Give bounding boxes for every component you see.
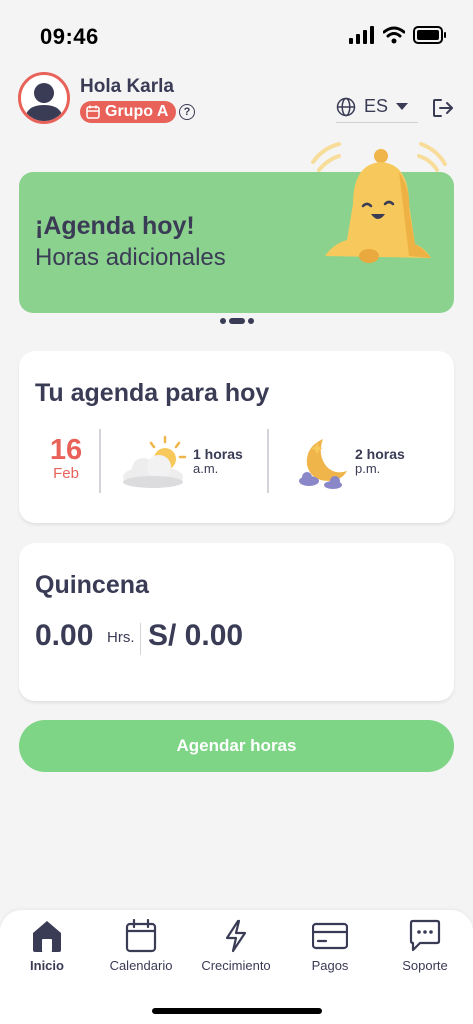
- pm-period: p.m.: [355, 461, 381, 476]
- language-label: ES: [364, 96, 389, 116]
- calendar-icon: [86, 105, 100, 119]
- group-badge[interactable]: Grupo A: [80, 101, 177, 123]
- banner-title: ¡Agenda hoy!: [35, 212, 195, 240]
- status-time: 09:46: [40, 24, 99, 49]
- wifi-icon: [383, 26, 405, 44]
- caret-down-icon: [396, 102, 409, 110]
- home-icon: [33, 921, 61, 952]
- globe-icon: [336, 97, 356, 116]
- am-hours: 1 horas: [193, 446, 243, 462]
- date-block: 16 Feb: [45, 435, 87, 482]
- bell-icon: [311, 142, 447, 263]
- greeting: Hola Karla: [80, 76, 174, 97]
- quincena-title: Quincena: [35, 571, 149, 599]
- tab-label: Calendario: [109, 958, 173, 973]
- tab-pagos[interactable]: Pagos: [283, 918, 377, 973]
- signal-icon: [349, 26, 374, 44]
- quincena-card[interactable]: Quincena 0.00 Hrs. S/ 0.00: [19, 543, 454, 701]
- tab-calendario[interactable]: Calendario: [94, 918, 188, 973]
- chat-icon: [409, 919, 441, 952]
- carousel-dots[interactable]: [220, 318, 254, 324]
- logout-icon: [433, 99, 453, 117]
- schedule-hours-button[interactable]: Agendar horas: [19, 720, 454, 772]
- home-indicator: [152, 1008, 322, 1014]
- language-selector[interactable]: ES: [336, 96, 418, 123]
- battery-icon: [413, 26, 446, 44]
- user-icon: [25, 83, 63, 121]
- tab-label: Soporte: [402, 958, 448, 973]
- bottom-tab-bar: Inicio Calendario Crecimiento Pagos Sopo…: [0, 910, 473, 1024]
- tab-crecimiento[interactable]: Crecimiento: [189, 918, 283, 973]
- pm-hours: 2 horas: [355, 446, 405, 462]
- promo-banner[interactable]: ¡Agenda hoy! Horas adicionales: [19, 142, 454, 313]
- sun-cloud-icon: [123, 435, 187, 488]
- tab-soporte[interactable]: Soporte: [378, 918, 472, 973]
- date-day: 16: [49, 434, 83, 466]
- logout-button[interactable]: [432, 98, 454, 123]
- banner-subtitle: Horas adicionales: [35, 244, 226, 271]
- status-bar: 09:46: [0, 0, 473, 70]
- status-icons: [349, 26, 447, 44]
- divider: [267, 429, 269, 493]
- moon-icon: [299, 439, 347, 489]
- avatar[interactable]: [18, 72, 70, 124]
- agenda-card[interactable]: Tu agenda para hoy 16 Feb 1 horas a.m. 2…: [19, 351, 454, 523]
- divider: [140, 623, 141, 655]
- divider: [99, 429, 101, 493]
- am-period: a.m.: [193, 461, 219, 476]
- tab-inicio[interactable]: Inicio: [0, 918, 94, 973]
- tab-label: Crecimiento: [201, 958, 271, 973]
- quincena-hours: 0.00: [35, 619, 94, 652]
- group-badge-label: Grupo A: [105, 103, 169, 120]
- tab-label: Pagos: [311, 958, 349, 973]
- carousel-dot: [220, 318, 226, 324]
- card-icon: [312, 922, 348, 950]
- carousel-dot: [248, 318, 254, 324]
- agenda-title: Tu agenda para hoy: [35, 379, 270, 407]
- calendar-icon: [125, 919, 157, 953]
- carousel-dot-active: [229, 318, 245, 324]
- lightning-icon: [225, 919, 247, 953]
- quincena-amount: S/ 0.00: [148, 619, 244, 652]
- tab-label: Inicio: [30, 958, 64, 973]
- date-month: Feb: [53, 465, 79, 482]
- header: Hola Karla Grupo A ? ES: [18, 72, 458, 128]
- help-icon[interactable]: ?: [179, 104, 195, 120]
- quincena-hours-unit: Hrs.: [107, 629, 135, 646]
